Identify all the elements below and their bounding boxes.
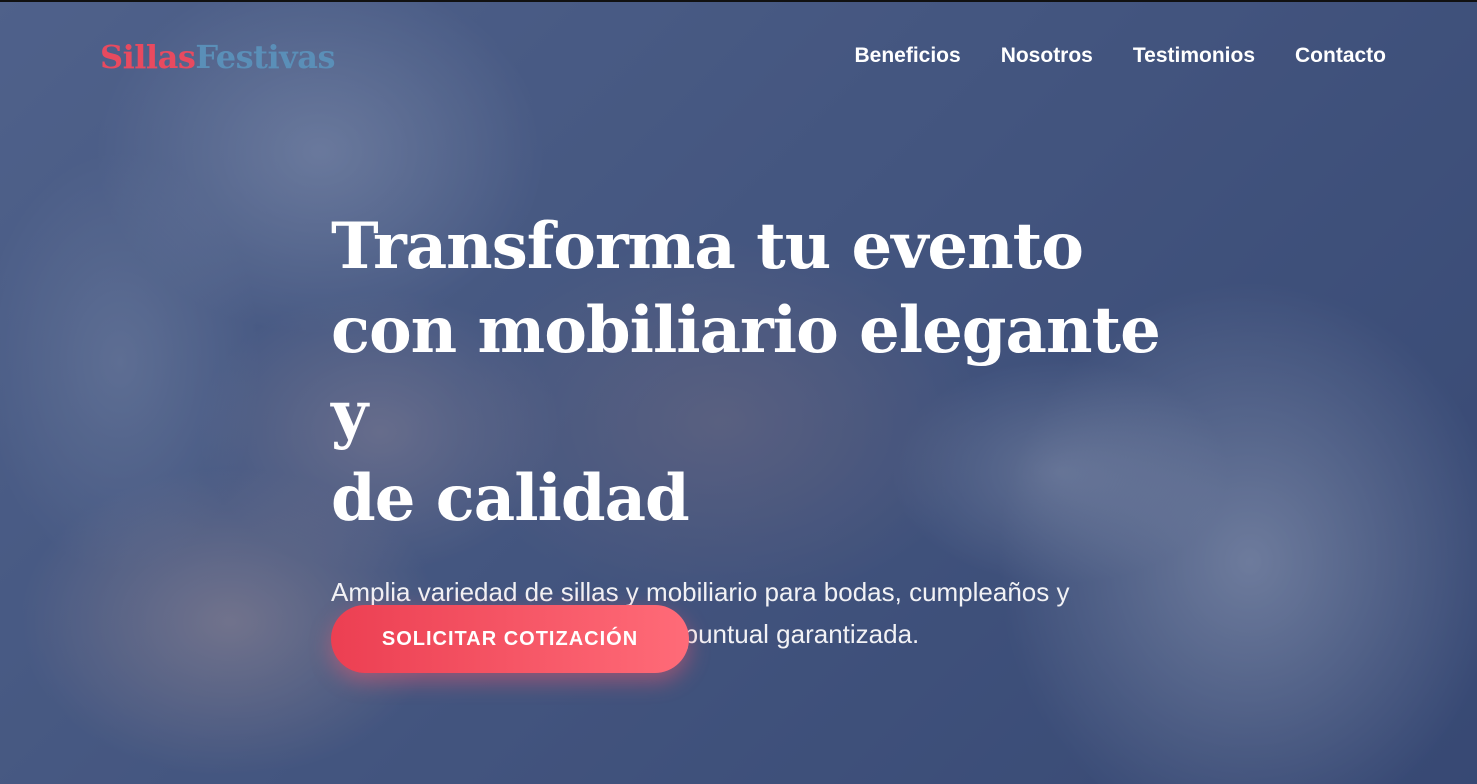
request-quote-button[interactable]: SOLICITAR COTIZACIÓN — [331, 605, 689, 673]
hero-headline-line: de calidad — [331, 461, 690, 536]
hero-section: SillasFestivas Beneficios Nosotros Testi… — [0, 0, 1477, 784]
nav-link-contacto[interactable]: Contacto — [1295, 44, 1386, 68]
brand-logo-part2: Festivas — [195, 38, 335, 76]
hero-headline-line: Transforma tu evento — [331, 209, 1084, 284]
hero-headline: Transforma tu evento con mobiliario eleg… — [331, 205, 1171, 541]
nav-link-nosotros[interactable]: Nosotros — [1001, 44, 1093, 68]
brand-logo-part1: Sillas — [100, 38, 196, 76]
hero-content: Transforma tu evento con mobiliario eleg… — [331, 205, 1171, 655]
nav-menu: Beneficios Nosotros Testimonios Contacto — [854, 44, 1386, 68]
nav-link-testimonios[interactable]: Testimonios — [1133, 44, 1255, 68]
hero-headline-line: con mobiliario elegante y — [331, 293, 1161, 452]
brand-logo[interactable]: SillasFestivas — [100, 38, 335, 76]
navbar: SillasFestivas Beneficios Nosotros Testi… — [0, 2, 1477, 112]
nav-link-beneficios[interactable]: Beneficios — [854, 44, 960, 68]
